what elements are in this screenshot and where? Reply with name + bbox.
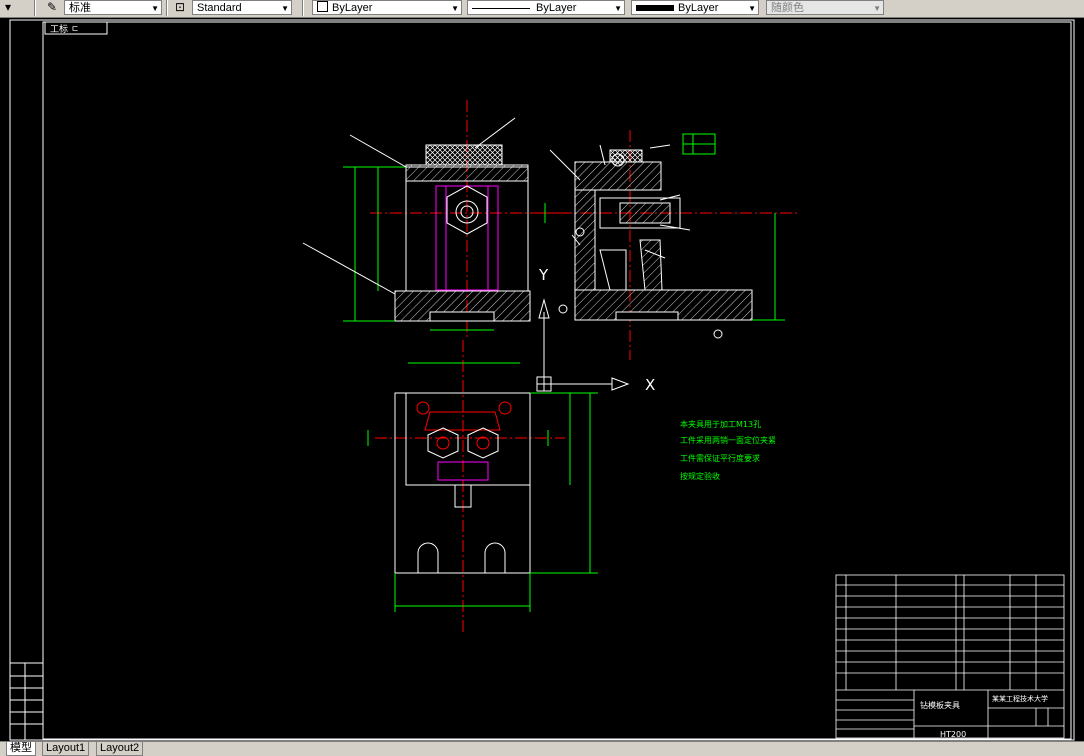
dim-style-value: Standard [197,2,242,14]
layer-color-value: ByLayer [332,2,373,14]
properties-toolbar: ▾ ✎ 标准 ▼ ⊡ Standard ▼ ByLayer ▼ ByLayer … [0,0,1084,18]
drawing-canvas[interactable]: 工标 ㄷ Y X 本夹具用于加工M13孔 工件采用两销一面定位夹紧 工件需保证平… [0,18,1084,742]
title-block [835,574,1065,739]
tab-layout2[interactable]: Layout2 [96,742,144,756]
toolbar-separator [34,0,36,16]
drawing-name: 钻模板夹具 [920,700,960,710]
drawing-svg: 工标 ㄷ Y X 本夹具用于加工M13孔 工件采用两销一面定位夹紧 工件需保证平… [9,19,1075,741]
chevron-down-icon: ▼ [451,4,459,13]
side-view [540,130,800,360]
chevron-down-icon: ▼ [873,4,881,13]
chevron-down-icon: ▼ [614,4,622,13]
corner-label: 工标 ㄷ [50,23,79,35]
toolbar-separator [302,0,304,16]
chevron-down-icon: ▼ [151,4,159,13]
technical-notes: 本夹具用于加工M13孔 工件采用两销一面定位夹紧 工件需保证平行度要求 按规定验… [680,419,776,481]
material-label: HT200 [940,730,966,739]
dim-style-select[interactable]: Standard ▼ [192,0,292,15]
dim-style-icon[interactable]: ⊡ [172,0,188,15]
tab-model[interactable]: 模型 [6,742,36,756]
linetype-sample [472,8,530,9]
axis-y-label: Y [538,266,549,284]
chevron-down-icon: ▼ [281,4,289,13]
text-style-value: 标准 [69,2,91,14]
toolbar-separator [166,0,168,16]
linetype-value: ByLayer [536,2,577,14]
company-label: 某某工程技术大学 [992,694,1048,703]
chevron-down-icon[interactable]: ▾ [0,0,16,15]
layout-tabs: 模型 Layout1 Layout2 [0,741,1084,756]
note-line: 本夹具用于加工M13孔 [680,419,761,429]
plotstyle-select: 随颜色 ▼ [766,0,884,15]
note-line: 按规定验收 [680,471,720,481]
lineweight-select[interactable]: ByLayer ▼ [631,0,759,15]
lineweight-sample [636,5,674,11]
drawing-frame [9,19,1075,741]
color-swatch [317,1,328,12]
plotstyle-value: 随颜色 [771,2,804,14]
lineweight-value: ByLayer [678,2,719,14]
axis-x-label: X [645,376,655,394]
note-line: 工件采用两销一面定位夹紧 [680,435,776,445]
note-line: 工件需保证平行度要求 [680,453,760,463]
text-style-icon[interactable]: ✎ [44,0,60,15]
linetype-select[interactable]: ByLayer ▼ [467,0,625,15]
tab-layout1[interactable]: Layout1 [42,742,90,756]
front-view [302,100,565,340]
text-style-select[interactable]: 标准 ▼ [64,0,162,15]
chevron-down-icon: ▼ [748,4,756,13]
layer-color-select[interactable]: ByLayer ▼ [312,0,462,15]
